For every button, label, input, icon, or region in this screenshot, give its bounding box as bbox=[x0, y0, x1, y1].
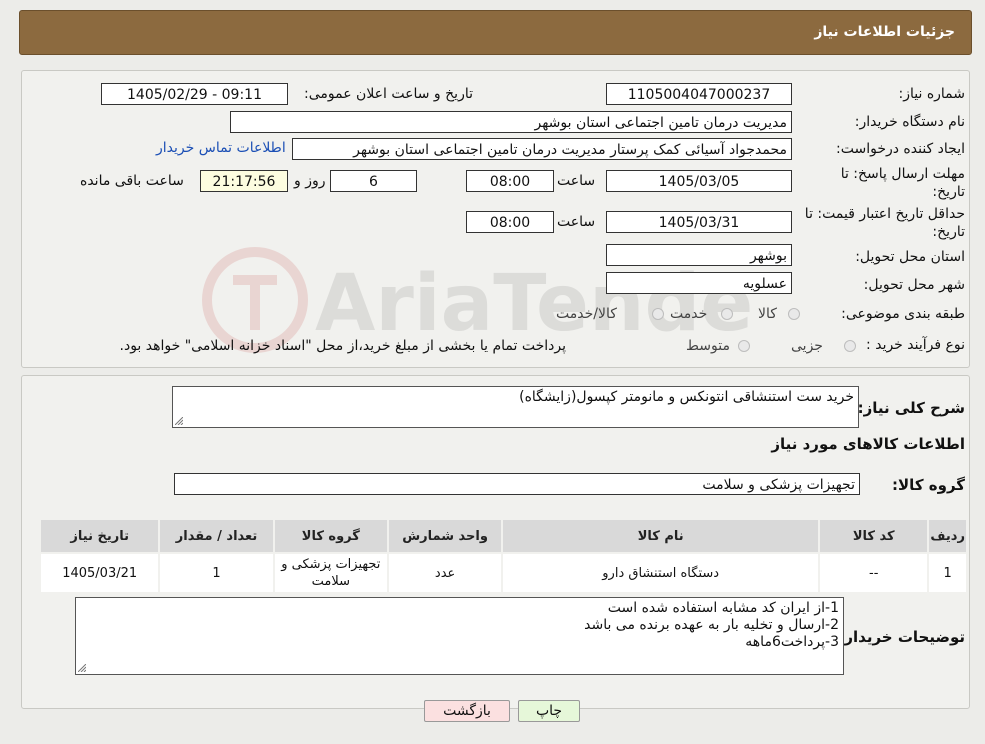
resize-grip-icon bbox=[175, 417, 183, 425]
cell-group: تجهیزات پزشکی و سلامت bbox=[272, 552, 389, 594]
need-number-field: 1105004047000237 bbox=[606, 83, 792, 105]
col-header-name: نام کالا bbox=[501, 518, 821, 554]
table-row: 1 -- دستگاه استنشاق دارو عدد تجهیزات پزش… bbox=[38, 552, 968, 594]
buyer-note-line: 1-از ایران کد مشابه استفاده شده است bbox=[607, 600, 839, 616]
col-header-date: تاریخ نیاز bbox=[38, 518, 161, 554]
category-option-goods: کالا bbox=[758, 306, 777, 322]
page-header: جزئیات اطلاعات نیاز bbox=[19, 10, 972, 55]
creator-field: محمدجواد آسیائی کمک پرستار مدیریت درمان … bbox=[292, 138, 792, 160]
deadline-date-field: 1405/03/05 bbox=[606, 170, 792, 192]
buyer-note-line: 2-ارسال و تخلیه بار به عهده برنده می باش… bbox=[584, 617, 839, 633]
process-option-minor: جزیی bbox=[791, 338, 823, 354]
days-remaining-field: 6 bbox=[330, 170, 417, 192]
cell-code: -- bbox=[818, 552, 930, 594]
process-note: پرداخت تمام یا بخشی از مبلغ خرید،از محل … bbox=[119, 338, 566, 354]
buyer-notes-textarea[interactable]: 1-از ایران کد مشابه استفاده شده است 2-ار… bbox=[75, 597, 844, 675]
summary-label: شرح کلی نیاز: bbox=[857, 399, 965, 417]
items-table: ردیف کد کالا نام کالا واحد شمارش گروه کا… bbox=[38, 518, 968, 594]
announce-date-field: 1405/02/29 - 09:11 bbox=[101, 83, 288, 105]
buyer-notes-label: توضیحات خریدار: bbox=[838, 628, 965, 646]
category-radio-goods-service[interactable] bbox=[652, 308, 664, 320]
city-label: شهر محل تحویل: bbox=[863, 277, 965, 293]
process-radio-minor[interactable] bbox=[844, 340, 856, 352]
back-button[interactable]: بازگشت bbox=[424, 700, 510, 722]
col-header-row: ردیف bbox=[927, 518, 968, 554]
buyer-org-field: مدیریت درمان تامین اجتماعی استان بوشهر bbox=[230, 111, 792, 133]
province-label: استان محل تحویل: bbox=[855, 249, 965, 265]
creator-label: ایجاد کننده درخواست: bbox=[836, 141, 965, 157]
process-option-medium: متوسط bbox=[686, 338, 730, 354]
deadline-label: مهلت ارسال پاسخ: تا bbox=[840, 166, 965, 182]
validity-time-label: ساعت bbox=[557, 214, 596, 230]
goods-group-field: تجهیزات پزشکی و سلامت bbox=[174, 473, 860, 495]
col-header-qty: تعداد / مقدار bbox=[158, 518, 275, 554]
remaining-time-field: 21:17:56 bbox=[200, 170, 288, 192]
col-header-group: گروه کالا bbox=[272, 518, 389, 554]
days-label: روز و bbox=[294, 173, 326, 189]
deadline-time-field: 08:00 bbox=[466, 170, 554, 192]
category-option-service: خدمت bbox=[670, 306, 708, 322]
cell-row: 1 bbox=[927, 552, 968, 594]
category-label: طبقه بندی موضوعی: bbox=[841, 306, 965, 322]
announce-date-label: تاریخ و ساعت اعلان عمومی: bbox=[304, 86, 473, 102]
buyer-note-line: 3-پرداخت6ماهه bbox=[745, 634, 839, 650]
page-title: جزئیات اطلاعات نیاز bbox=[814, 24, 955, 40]
process-label: نوع فرآیند خرید : bbox=[866, 337, 965, 353]
cell-name: دستگاه استنشاق دارو bbox=[501, 552, 821, 594]
remaining-time-label: ساعت باقی مانده bbox=[80, 173, 184, 189]
city-field: عسلویه bbox=[606, 272, 792, 294]
col-header-code: کد کالا bbox=[818, 518, 930, 554]
col-header-unit: واحد شمارش bbox=[386, 518, 504, 554]
goods-info-title: اطلاعات کالاهای مورد نیاز bbox=[771, 435, 965, 453]
category-radio-goods[interactable] bbox=[788, 308, 800, 320]
validity-label-2: تاریخ: bbox=[932, 224, 965, 240]
resize-grip-icon bbox=[78, 664, 86, 672]
process-radio-medium[interactable] bbox=[738, 340, 750, 352]
need-number-label: شماره نیاز: bbox=[898, 86, 966, 102]
summary-textarea[interactable]: خرید ست استنشاقی انتونکس و مانومتر کپسول… bbox=[172, 386, 859, 428]
goods-group-label: گروه کالا: bbox=[892, 476, 965, 494]
buyer-contact-link[interactable]: اطلاعات تماس خریدار bbox=[156, 140, 286, 156]
province-field: بوشهر bbox=[606, 244, 792, 266]
print-button[interactable]: چاپ bbox=[518, 700, 580, 722]
validity-label: حداقل تاریخ اعتبار قیمت: تا bbox=[804, 206, 965, 222]
buyer-org-label: نام دستگاه خریدار: bbox=[854, 114, 965, 130]
cell-qty: 1 bbox=[158, 552, 275, 594]
category-option-goods-service: کالا/خدمت bbox=[556, 306, 617, 322]
table-header-row: ردیف کد کالا نام کالا واحد شمارش گروه کا… bbox=[38, 518, 968, 554]
validity-date-field: 1405/03/31 bbox=[606, 211, 792, 233]
cell-unit: عدد bbox=[386, 552, 504, 594]
validity-time-field: 08:00 bbox=[466, 211, 554, 233]
deadline-time-label: ساعت bbox=[557, 173, 596, 189]
deadline-label-2: تاریخ: bbox=[932, 184, 965, 200]
cell-date: 1405/03/21 bbox=[38, 552, 161, 594]
category-radio-service[interactable] bbox=[721, 308, 733, 320]
